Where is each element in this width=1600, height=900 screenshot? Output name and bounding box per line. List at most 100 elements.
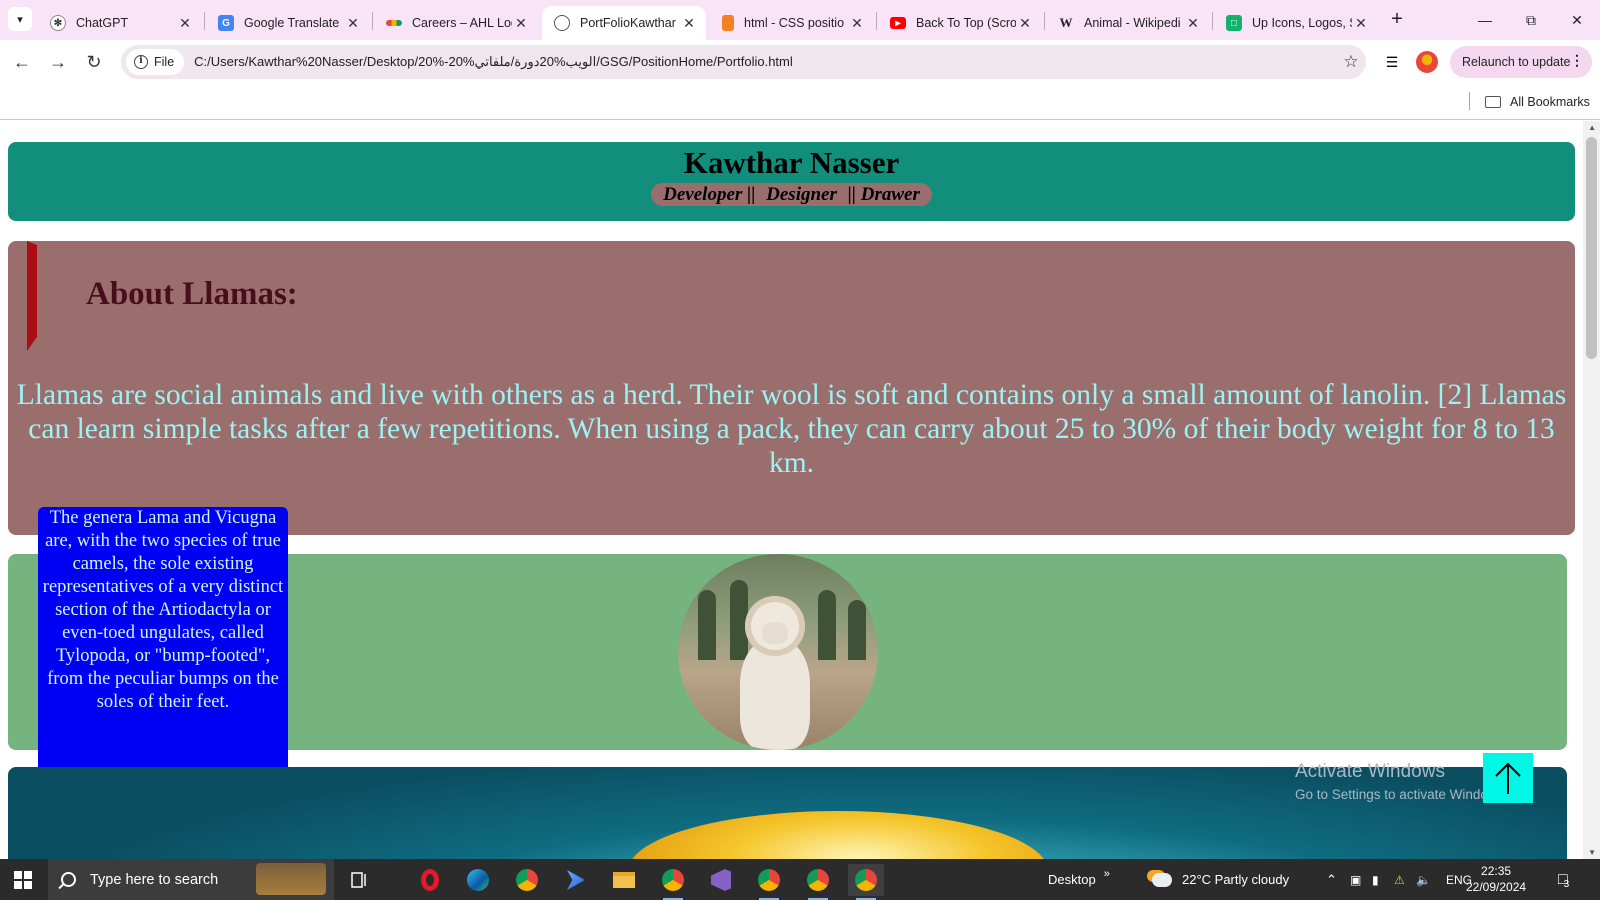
llama-photo (678, 554, 878, 750)
profile-avatar[interactable] (1416, 51, 1438, 73)
close-icon[interactable]: ✕ (512, 15, 530, 32)
url-text[interactable]: C:/Users/Kawthar%20Nasser/Desktop/20%-20… (194, 54, 1336, 70)
tab-separator (1212, 12, 1213, 30)
tab-title: html - CSS positio (744, 16, 845, 30)
weather-widget[interactable]: 22°C Partly cloudy (1152, 859, 1289, 900)
folder-icon (1485, 96, 1501, 108)
meet-now-icon[interactable]: ▣ (1350, 859, 1361, 900)
tree-shape (848, 600, 866, 660)
close-window-button[interactable]: ✕ (1554, 0, 1600, 40)
watermark-title: Activate Windows (1295, 761, 1445, 782)
power-automate-icon[interactable] (558, 864, 594, 896)
tab-search-button[interactable]: ▾ (8, 7, 32, 31)
tab-separator (204, 12, 205, 30)
about-paragraph: Llamas are social animals and live with … (16, 379, 1567, 479)
notifications-button[interactable]: □ 3 (1558, 859, 1569, 900)
youtube-icon: ▸ (890, 17, 906, 29)
bookmarks-separator (1469, 92, 1470, 110)
notification-count: 3 (1563, 879, 1570, 890)
close-icon[interactable]: ✕ (1184, 15, 1202, 32)
close-icon[interactable]: ✕ (1352, 15, 1370, 32)
search-highlight-image (256, 863, 326, 895)
close-icon[interactable]: ✕ (848, 15, 866, 32)
new-tab-button[interactable]: + (1385, 8, 1409, 32)
restore-button[interactable]: ⧉ (1508, 0, 1554, 40)
tab-title: PortFolioKawthar (580, 16, 676, 30)
page-title: Kawthar Nasser (683, 145, 900, 180)
battery-icon[interactable]: ▮ (1372, 859, 1379, 900)
chrome-profile-icon[interactable] (655, 864, 691, 900)
clock-date: 22/09/2024 (1466, 880, 1527, 894)
tab-separator (1044, 12, 1045, 30)
scrollbar-thumb[interactable] (1586, 137, 1597, 359)
arrow-up-icon (1495, 762, 1521, 794)
flaticon-icon: □ (1226, 15, 1242, 31)
llama-body-shape (740, 640, 810, 750)
clock-time: 22:35 (1481, 864, 1512, 878)
bookmark-star-icon[interactable]: ☆ (1336, 52, 1366, 72)
search-icon (61, 872, 76, 887)
tab-portfolio-kawthar[interactable]: PortFolioKawthar ✕ (542, 6, 706, 40)
tab-separator (876, 12, 877, 30)
scroll-up-icon[interactable]: ▲ (1588, 123, 1596, 132)
opera-icon[interactable] (412, 864, 448, 896)
media-controls-icon[interactable]: ☰ (1380, 50, 1404, 74)
task-view-icon[interactable] (342, 864, 378, 896)
address-bar[interactable]: i File C:/Users/Kawthar%20Nasser/Desktop… (121, 45, 1366, 79)
tab-careers-ahl[interactable]: Careers – AHL Log ✕ (374, 6, 538, 40)
close-icon[interactable]: ✕ (344, 15, 362, 32)
volume-icon[interactable]: 🔈 (1416, 859, 1431, 900)
edge-icon[interactable] (460, 864, 496, 896)
close-icon[interactable]: ✕ (680, 15, 698, 32)
minimize-button[interactable]: — (1462, 0, 1508, 40)
chrome-active-window-icon[interactable] (848, 864, 884, 900)
close-icon[interactable]: ✕ (176, 15, 194, 32)
chrome-icon[interactable] (509, 864, 545, 896)
portfolio-header: Kawthar Nasser Developer || Designer || … (8, 142, 1575, 221)
tab-title: Careers – AHL Log (412, 16, 512, 30)
reload-button[interactable]: ↻ (82, 50, 106, 74)
activate-windows-watermark: Activate Windows Go to Settings to activ… (1295, 761, 1508, 802)
tab-title: ChatGPT (76, 16, 129, 30)
tab-title: Back To Top (Scrol (916, 16, 1016, 30)
tab-chatgpt[interactable]: ✻ ChatGPT ✕ (38, 6, 202, 40)
chrome-second-profile-icon[interactable] (800, 864, 836, 900)
tab-title: Animal - Wikipedi (1084, 16, 1181, 30)
role-drawer: || Drawer (847, 184, 920, 205)
page-viewport: Kawthar Nasser Developer || Designer || … (0, 121, 1600, 859)
tab-google-translate[interactable]: G Google Translate ✕ (206, 6, 370, 40)
relaunch-to-update-button[interactable]: Relaunch to update ⋮ (1450, 46, 1592, 78)
browser-toolbar: ← → ↻ i File C:/Users/Kawthar%20Nasser/D… (0, 40, 1600, 84)
scroll-down-icon[interactable]: ▼ (1588, 848, 1596, 857)
windows-start-button[interactable] (14, 871, 32, 889)
file-explorer-icon[interactable] (606, 864, 642, 896)
wikipedia-icon: W (1059, 15, 1073, 30)
page-scrollbar[interactable]: ▲ ▼ (1583, 121, 1600, 859)
network-warning-icon[interactable]: ⚠ (1394, 859, 1405, 900)
forward-button[interactable]: → (46, 50, 70, 74)
tab-animal-wikipedia[interactable]: W Animal - Wikipedi ✕ (1046, 6, 1210, 40)
taskbar-search-box[interactable]: Type here to search (48, 859, 334, 900)
all-bookmarks-label: All Bookmarks (1510, 95, 1590, 109)
all-bookmarks-button[interactable]: All Bookmarks (1485, 90, 1590, 114)
file-label: File (154, 55, 175, 69)
decorative-red-bar (27, 241, 37, 351)
llama-face-shape (762, 622, 788, 644)
visual-studio-icon[interactable] (703, 864, 739, 896)
desktop-toolbar[interactable]: Desktop » (1048, 859, 1110, 900)
tree-shape (698, 590, 716, 660)
chrome-dev-icon[interactable] (751, 864, 787, 900)
show-hidden-icons[interactable]: ⌃ (1326, 859, 1337, 900)
tab-up-icons[interactable]: □ Up Icons, Logos, S ✕ (1214, 6, 1378, 40)
partly-cloudy-icon (1152, 872, 1172, 887)
globe-icon (554, 15, 570, 31)
back-button[interactable]: ← (10, 50, 34, 74)
tab-separator (372, 12, 373, 30)
clock[interactable]: 22:35 22/09/2024 (1466, 863, 1526, 895)
tab-back-to-top[interactable]: ▸ Back To Top (Scrol ✕ (878, 6, 1042, 40)
more-menu-icon[interactable]: ⋮ (1570, 52, 1584, 69)
site-info-chip[interactable]: i File (126, 49, 185, 75)
back-to-top-button[interactable] (1483, 753, 1533, 803)
tab-css-position[interactable]: html - CSS positio ✕ (710, 6, 874, 40)
close-icon[interactable]: ✕ (1016, 15, 1034, 32)
